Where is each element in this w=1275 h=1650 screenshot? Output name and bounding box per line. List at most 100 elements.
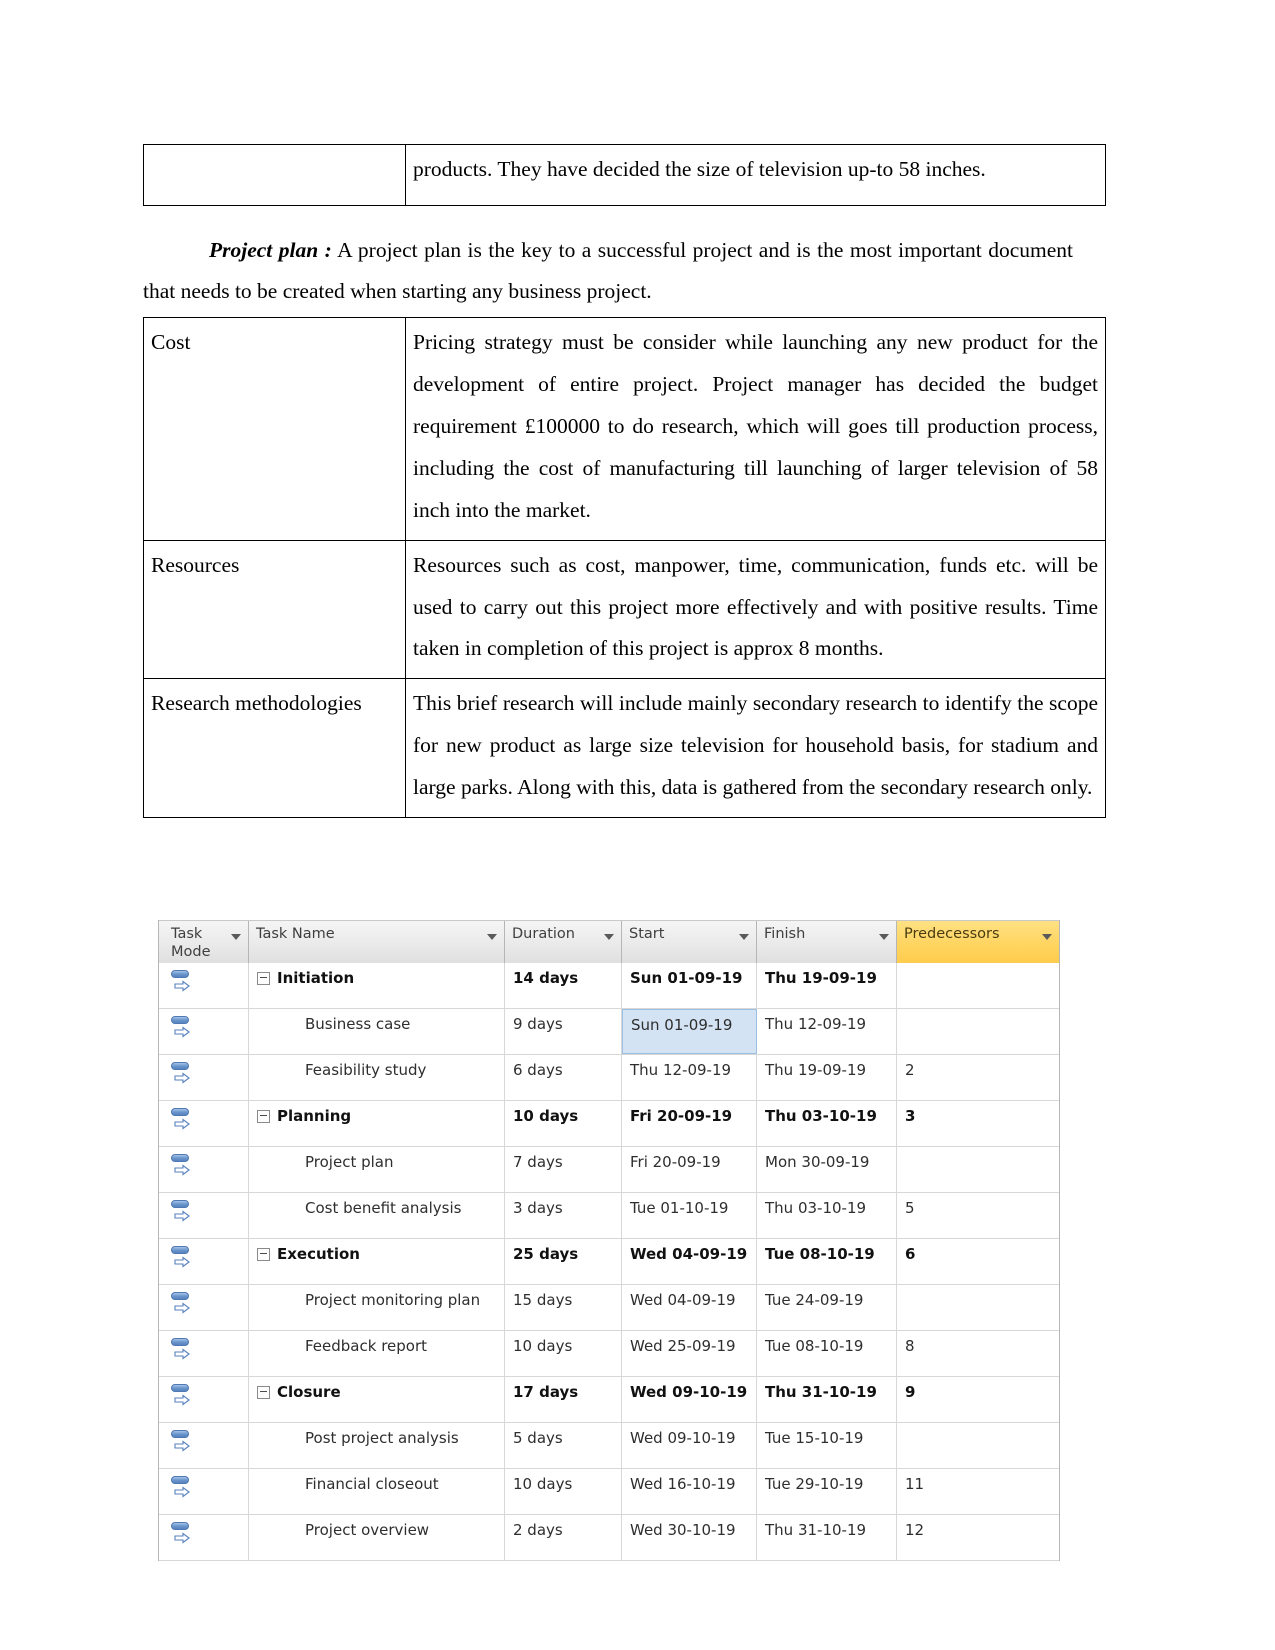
collapse-toggle-icon[interactable] xyxy=(257,1110,270,1123)
cell-predecessors[interactable]: 2 xyxy=(897,1055,1059,1100)
cell-task-name[interactable]: Financial closeout xyxy=(249,1469,505,1514)
cell-duration[interactable]: 10 days xyxy=(505,1331,622,1376)
cell-start[interactable]: Wed 30-10-19 xyxy=(622,1515,757,1560)
cell-start[interactable]: Sun 01-09-19 xyxy=(622,963,757,1008)
table-row[interactable]: Project monitoring plan 15 days Wed 04-09-… xyxy=(159,1285,1059,1331)
cell-duration[interactable]: 5 days xyxy=(505,1423,622,1468)
chevron-down-icon[interactable] xyxy=(231,934,241,940)
table-row[interactable]: Cost benefit analysis 3 days Tue 01-10-19 T… xyxy=(159,1193,1059,1239)
table-row[interactable]: Financial closeout 10 days Wed 16-10-19 Tue… xyxy=(159,1469,1059,1515)
cell-finish[interactable]: Tue 24-09-19 xyxy=(757,1285,897,1330)
collapse-toggle-icon[interactable] xyxy=(257,1386,270,1399)
chevron-down-icon[interactable] xyxy=(604,934,614,940)
cell-task-mode[interactable] xyxy=(159,1285,249,1330)
cell-task-name[interactable]: Post project analysis xyxy=(249,1423,505,1468)
cell-duration[interactable]: 9 days xyxy=(505,1009,622,1054)
table-row[interactable]: Planning 10 days Fri 20-09-19 Thu 03-10-19 3 xyxy=(159,1101,1059,1147)
cell-predecessors[interactable] xyxy=(897,1423,1059,1468)
chevron-down-icon[interactable] xyxy=(487,934,497,940)
cell-start[interactable]: Fri 20-09-19 xyxy=(622,1101,757,1146)
cell-task-mode[interactable] xyxy=(159,1377,249,1422)
cell-finish[interactable]: Tue 08-10-19 xyxy=(757,1239,897,1284)
table-row[interactable]: Project overview 2 days Wed 30-10-19 Thu 31… xyxy=(159,1515,1059,1561)
cell-start[interactable]: Wed 04-09-19 xyxy=(622,1285,757,1330)
cell-finish[interactable]: Thu 03-10-19 xyxy=(757,1193,897,1238)
cell-duration[interactable]: 10 days xyxy=(505,1469,622,1514)
cell-start[interactable]: Fri 20-09-19 xyxy=(622,1147,757,1192)
cell-task-mode[interactable] xyxy=(159,1239,249,1284)
cell-start[interactable]: Sun 01-09-19 xyxy=(622,1009,757,1054)
cell-start[interactable]: Wed 16-10-19 xyxy=(622,1469,757,1514)
table-row[interactable]: Post project analysis 5 days Wed 09-10-19 T… xyxy=(159,1423,1059,1469)
table-row[interactable]: Project plan 7 days Fri 20-09-19 Mon 30-09-… xyxy=(159,1147,1059,1193)
cell-finish[interactable]: Thu 03-10-19 xyxy=(757,1101,897,1146)
cell-predecessors[interactable] xyxy=(897,1009,1059,1054)
cell-start[interactable]: Wed 25-09-19 xyxy=(622,1331,757,1376)
cell-task-name[interactable]: Closure xyxy=(249,1377,505,1422)
column-header-finish[interactable]: Finish xyxy=(757,921,897,963)
cell-finish[interactable]: Tue 08-10-19 xyxy=(757,1331,897,1376)
cell-finish[interactable]: Mon 30-09-19 xyxy=(757,1147,897,1192)
cell-duration[interactable]: 25 days xyxy=(505,1239,622,1284)
cell-task-name[interactable]: Initiation xyxy=(249,963,505,1008)
cell-predecessors[interactable]: 9 xyxy=(897,1377,1059,1422)
cell-predecessors[interactable]: 3 xyxy=(897,1101,1059,1146)
cell-start[interactable]: Wed 04-09-19 xyxy=(622,1239,757,1284)
cell-predecessors[interactable]: 11 xyxy=(897,1469,1059,1514)
cell-task-mode[interactable] xyxy=(159,1147,249,1192)
cell-start[interactable]: Wed 09-10-19 xyxy=(622,1377,757,1422)
table-row[interactable]: Closure 17 days Wed 09-10-19 Thu 31-10-19 9 xyxy=(159,1377,1059,1423)
column-header-task-mode[interactable]: Task Mode xyxy=(159,921,249,963)
cell-predecessors[interactable]: 12 xyxy=(897,1515,1059,1560)
cell-duration[interactable]: 15 days xyxy=(505,1285,622,1330)
cell-predecessors[interactable] xyxy=(897,1147,1059,1192)
cell-finish[interactable]: Thu 12-09-19 xyxy=(757,1009,897,1054)
chevron-down-icon[interactable] xyxy=(879,934,889,940)
cell-task-mode[interactable] xyxy=(159,1423,249,1468)
chevron-down-icon[interactable] xyxy=(739,934,749,940)
column-header-start[interactable]: Start xyxy=(622,921,757,963)
cell-task-mode[interactable] xyxy=(159,1331,249,1376)
table-row[interactable]: Execution 25 days Wed 04-09-19 Tue 08-10-19… xyxy=(159,1239,1059,1285)
cell-task-name[interactable]: Project plan xyxy=(249,1147,505,1192)
cell-duration[interactable]: 10 days xyxy=(505,1101,622,1146)
cell-predecessors[interactable] xyxy=(897,1285,1059,1330)
cell-task-mode[interactable] xyxy=(159,1193,249,1238)
cell-finish[interactable]: Tue 15-10-19 xyxy=(757,1423,897,1468)
cell-task-name[interactable]: Feedback report xyxy=(249,1331,505,1376)
cell-task-mode[interactable] xyxy=(159,1469,249,1514)
cell-finish[interactable]: Thu 31-10-19 xyxy=(757,1377,897,1422)
cell-task-name[interactable]: Feasibility study xyxy=(249,1055,505,1100)
cell-task-mode[interactable] xyxy=(159,1055,249,1100)
cell-task-name[interactable]: Cost benefit analysis xyxy=(249,1193,505,1238)
cell-duration[interactable]: 2 days xyxy=(505,1515,622,1560)
cell-start[interactable]: Thu 12-09-19 xyxy=(622,1055,757,1100)
cell-start[interactable]: Tue 01-10-19 xyxy=(622,1193,757,1238)
cell-task-mode[interactable] xyxy=(159,1515,249,1560)
cell-task-name[interactable]: Planning xyxy=(249,1101,505,1146)
cell-task-name[interactable]: Project overview xyxy=(249,1515,505,1560)
cell-start[interactable]: Wed 09-10-19 xyxy=(622,1423,757,1468)
chevron-down-icon[interactable] xyxy=(1042,934,1052,940)
cell-duration[interactable]: 17 days xyxy=(505,1377,622,1422)
cell-duration[interactable]: 3 days xyxy=(505,1193,622,1238)
column-header-duration[interactable]: Duration xyxy=(505,921,622,963)
collapse-toggle-icon[interactable] xyxy=(257,1248,270,1261)
column-header-predecessors[interactable]: Predecessors xyxy=(897,921,1059,963)
cell-task-name[interactable]: Execution xyxy=(249,1239,505,1284)
cell-duration[interactable]: 7 days xyxy=(505,1147,622,1192)
cell-task-mode[interactable] xyxy=(159,1101,249,1146)
cell-duration[interactable]: 14 days xyxy=(505,963,622,1008)
cell-task-name[interactable]: Project monitoring plan xyxy=(249,1285,505,1330)
cell-duration[interactable]: 6 days xyxy=(505,1055,622,1100)
cell-predecessors[interactable]: 6 xyxy=(897,1239,1059,1284)
cell-finish[interactable]: Thu 31-10-19 xyxy=(757,1515,897,1560)
cell-task-mode[interactable] xyxy=(159,963,249,1008)
table-row[interactable]: Initiation 14 days Sun 01-09-19 Thu 19-09-1… xyxy=(159,963,1059,1009)
cell-predecessors[interactable]: 5 xyxy=(897,1193,1059,1238)
collapse-toggle-icon[interactable] xyxy=(257,972,270,985)
table-row[interactable]: Feedback report 10 days Wed 25-09-19 Tue 08… xyxy=(159,1331,1059,1377)
column-header-task-name[interactable]: Task Name xyxy=(249,921,505,963)
table-row[interactable]: Business case 9 days Sun 01-09-19 Thu 12-09… xyxy=(159,1009,1059,1055)
cell-task-name[interactable]: Business case xyxy=(249,1009,505,1054)
